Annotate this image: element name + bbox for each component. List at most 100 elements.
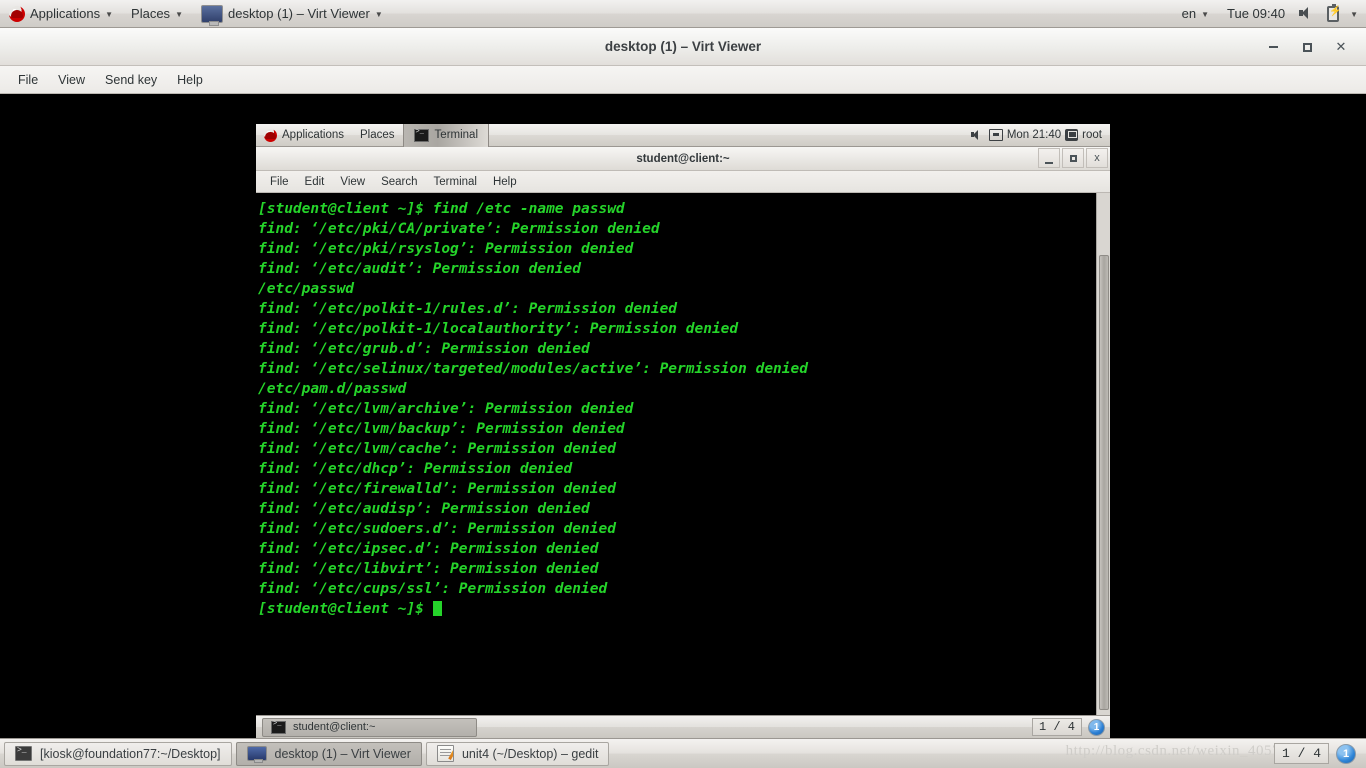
vm-applications-menu[interactable]: Applications: [256, 124, 352, 146]
host-bottom-panel-right: http://blog.csdn.net/weixin_4057162 1 / …: [1066, 743, 1362, 764]
virt-viewer-menubar: File View Send key Help: [0, 66, 1366, 94]
terminal-close-button[interactable]: x: [1086, 148, 1108, 168]
terminal-output[interactable]: [student@client ~]$ find /etc -name pass…: [256, 193, 1096, 715]
vm-bottom-panel: student@client:~ 1 / 4 1: [256, 715, 1110, 738]
virt-viewer-title: desktop (1) – Virt Viewer: [604, 39, 762, 54]
gedit-icon: [436, 745, 454, 762]
host-bottom-panel: [kiosk@foundation77:~/Desktop] desktop (…: [0, 738, 1366, 768]
terminal-prompt-line[interactable]: [student@client ~]$: [258, 599, 1096, 619]
vm-top-panel-tray: Mon 21:40 root: [970, 129, 1110, 141]
terminal-line: find: ‘/etc/firewalld’: Permission denie…: [258, 481, 616, 497]
host-window-task-virt-viewer[interactable]: desktop (1) – Virt Viewer ▼: [192, 0, 392, 27]
menu-view[interactable]: View: [48, 69, 95, 91]
terminal-line: find: ‘/etc/lvm/archive’: Permission den…: [258, 401, 634, 417]
menu-file[interactable]: File: [8, 69, 48, 91]
chevron-down-icon: ▼: [374, 10, 383, 19]
virt-viewer-window: desktop (1) – Virt Viewer ✕ File View Se…: [0, 28, 1366, 738]
terminal-window[interactable]: student@client:~ x File Edit View Search…: [256, 147, 1110, 715]
terminal-line: find: ‘/etc/grub.d’: Permission denied: [258, 341, 590, 357]
vm-display-area[interactable]: Applications Places Terminal Mon 21:40 r…: [0, 95, 1366, 738]
watermark-text: http://blog.csdn.net/weixin_4057162: [1065, 743, 1304, 759]
host-notification-badge[interactable]: 1: [1336, 743, 1356, 764]
redhat-icon: [9, 5, 25, 22]
terminal-menu-terminal[interactable]: Terminal: [426, 173, 485, 191]
terminal-menu-file[interactable]: File: [262, 173, 297, 191]
taskbar-item-kiosk-terminal[interactable]: [kiosk@foundation77:~/Desktop]: [4, 741, 232, 766]
host-applications-label: Applications: [30, 6, 101, 21]
keyboard-layout-label: en: [1181, 6, 1197, 21]
terminal-line: find: ‘/etc/dhcp’: Permission denied: [258, 461, 573, 477]
terminal-line: find: ‘/etc/audit’: Permission denied: [258, 261, 582, 277]
maximize-button[interactable]: [1290, 32, 1324, 62]
terminal-line: find: ‘/etc/cups/ssl’: Permission denied: [258, 581, 608, 597]
vm-taskbar-item-terminal[interactable]: student@client:~: [262, 717, 477, 737]
keyboard-layout-indicator[interactable]: en ▼: [1173, 0, 1218, 27]
terminal-line: find: ‘/etc/audisp’: Permission denied: [258, 501, 590, 517]
virt-viewer-window-buttons: ✕: [1256, 28, 1358, 66]
close-button[interactable]: ✕: [1324, 32, 1358, 62]
terminal-line: find: ‘/etc/selinux/targeted/modules/act…: [258, 361, 808, 377]
terminal-menu-search[interactable]: Search: [373, 173, 425, 191]
vm-user-label[interactable]: root: [1082, 129, 1102, 141]
terminal-menu-edit[interactable]: Edit: [297, 173, 333, 191]
vm-applications-label: Applications: [282, 129, 345, 141]
volume-icon[interactable]: [970, 129, 985, 141]
terminal-menu-view[interactable]: View: [332, 173, 373, 191]
vm-taskbar-item-label: student@client:~: [293, 721, 376, 733]
terminal-cursor: [432, 601, 442, 616]
terminal-line: find: ‘/etc/polkit-1/localauthority’: Pe…: [258, 321, 739, 337]
terminal-scrollbar-thumb[interactable]: [1099, 255, 1109, 710]
vm-clock-label[interactable]: Mon 21:40: [1007, 129, 1061, 141]
host-clock[interactable]: Tue 09:40: [1218, 0, 1294, 27]
taskbar-item-label: unit4 (~/Desktop) – gedit: [461, 746, 599, 761]
battery-charging-icon[interactable]: [1327, 3, 1345, 22]
terminal-icon: [15, 746, 32, 761]
vm-places-menu[interactable]: Places: [352, 124, 403, 146]
terminal-menubar: File Edit View Search Terminal Help: [256, 171, 1110, 193]
host-clock-label: Tue 09:40: [1227, 6, 1286, 21]
host-workspace-indicator[interactable]: 1 / 4: [1273, 743, 1329, 764]
terminal-icon: [413, 128, 429, 142]
host-places-menu[interactable]: Places ▼: [122, 0, 192, 27]
vm-places-label: Places: [360, 129, 395, 141]
vm-notification-badge[interactable]: 1: [1088, 718, 1105, 736]
user-icon: [1065, 129, 1079, 141]
menu-help[interactable]: Help: [167, 69, 213, 91]
terminal-scrollbar[interactable]: [1096, 193, 1110, 715]
minimize-button[interactable]: [1256, 32, 1290, 62]
chevron-down-icon: ▼: [175, 10, 183, 19]
terminal-icon: [271, 720, 286, 734]
terminal-minimize-button[interactable]: [1038, 148, 1060, 168]
terminal-line: find: ‘/etc/polkit-1/rules.d’: Permissio…: [258, 301, 678, 317]
terminal-line: find: ‘/etc/ipsec.d’: Permission denied: [258, 541, 599, 557]
taskbar-item-label: desktop (1) – Virt Viewer: [274, 746, 411, 761]
terminal-line: find: ‘/etc/sudoers.d’: Permission denie…: [258, 521, 616, 537]
terminal-line: find: ‘/etc/lvm/cache’: Permission denie…: [258, 441, 616, 457]
taskbar-item-gedit[interactable]: unit4 (~/Desktop) – gedit: [425, 741, 610, 766]
vm-workspace-indicator[interactable]: 1 / 4: [1031, 718, 1082, 736]
host-top-panel-tray: en ▼ Tue 09:40 ▼: [1173, 0, 1366, 27]
terminal-line: /etc/pam.d/passwd: [258, 381, 407, 397]
terminal-menu-help[interactable]: Help: [485, 173, 525, 191]
terminal-line: find: ‘/etc/pki/rsyslog’: Permission den…: [258, 241, 634, 257]
redhat-icon: [264, 128, 277, 142]
terminal-line: [student@client ~]$ find /etc -name pass…: [258, 201, 625, 217]
terminal-maximize-button[interactable]: [1062, 148, 1084, 168]
vm-top-panel: Applications Places Terminal Mon 21:40 r…: [256, 124, 1110, 147]
terminal-body[interactable]: [student@client ~]$ find /etc -name pass…: [256, 193, 1110, 715]
host-applications-menu[interactable]: Applications ▼: [0, 0, 122, 27]
vm-window-task-terminal[interactable]: Terminal: [402, 124, 490, 147]
chevron-down-icon[interactable]: ▼: [1350, 10, 1358, 19]
taskbar-item-virt-viewer[interactable]: desktop (1) – Virt Viewer: [235, 741, 422, 766]
volume-muted-icon[interactable]: [1299, 6, 1317, 22]
vm-bottom-panel-right: 1 / 4 1: [1031, 718, 1110, 736]
terminal-titlebar: student@client:~ x: [256, 147, 1110, 171]
host-window-task-label: desktop (1) – Virt Viewer: [227, 6, 370, 21]
vm-screen[interactable]: Applications Places Terminal Mon 21:40 r…: [256, 124, 1110, 738]
virt-viewer-titlebar: desktop (1) – Virt Viewer ✕: [0, 28, 1366, 66]
virt-viewer-icon: [200, 4, 223, 26]
menu-send-key[interactable]: Send key: [95, 69, 167, 91]
terminal-line: /etc/passwd: [258, 281, 355, 297]
vm-window-task-label: Terminal: [434, 129, 479, 141]
network-icon[interactable]: [988, 129, 1003, 141]
